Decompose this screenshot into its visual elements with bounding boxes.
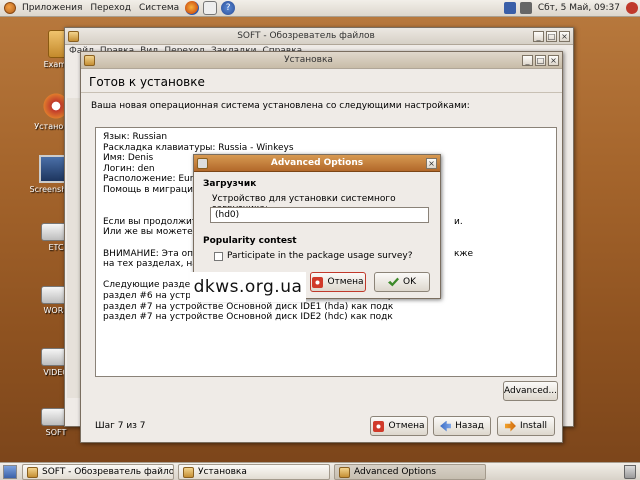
- clock[interactable]: Сбт, 5 Май, 09:37: [534, 3, 624, 13]
- ubuntu-logo-icon[interactable]: [4, 2, 16, 14]
- bootloader-device-input[interactable]: (hd0): [210, 207, 429, 223]
- mail-icon[interactable]: [203, 1, 218, 15]
- summary-line: раздел #7 на устройстве Основной диск ID…: [103, 301, 394, 312]
- installer-icon: [183, 466, 194, 478]
- network-icon[interactable]: [503, 2, 516, 14]
- cancel-icon: [373, 420, 385, 432]
- close-button[interactable]: ×: [548, 54, 559, 66]
- maximize-button[interactable]: □: [535, 54, 546, 66]
- forward-arrow-icon: [504, 420, 516, 432]
- file-browser-titlebar[interactable]: SOFT - Обозреватель файлов _ □ ×: [65, 28, 573, 45]
- popcon-checkbox-label[interactable]: Participate in the package usage survey?: [227, 251, 413, 261]
- back-button[interactable]: Назад: [433, 416, 491, 436]
- bottom-taskbar: SOFT - Обозреватель файлов Установка Adv…: [0, 462, 640, 480]
- dialog-cancel-button[interactable]: Отмена: [310, 272, 366, 292]
- close-button[interactable]: ×: [559, 30, 570, 42]
- summary-line: Или же вы можете сд: [103, 227, 207, 238]
- maximize-button[interactable]: □: [546, 30, 557, 42]
- minimize-button[interactable]: _: [533, 30, 544, 42]
- cancel-button[interactable]: Отмена: [370, 416, 428, 436]
- menu-system[interactable]: Система: [135, 0, 183, 17]
- show-desktop-icon[interactable]: [3, 465, 17, 479]
- popcon-section-title: Popularity contest: [203, 236, 297, 246]
- trash-icon[interactable]: [624, 465, 636, 479]
- help-icon[interactable]: ?: [221, 1, 236, 15]
- summary-line-fragment: кже: [454, 248, 474, 259]
- bootloader-section-title: Загрузчик: [203, 179, 257, 189]
- cancel-icon: [312, 276, 324, 288]
- volume-icon[interactable]: [519, 2, 532, 14]
- summary-line: Раскладка клавиатуры: Russia - Winkeys: [103, 142, 294, 153]
- step-indicator: Шаг 7 из 7: [95, 421, 146, 431]
- install-button[interactable]: Install: [497, 416, 555, 436]
- task-advanced-options[interactable]: Advanced Options: [334, 464, 486, 480]
- page-title: Готов к установке: [81, 69, 562, 93]
- dialog-close-button[interactable]: ×: [426, 157, 437, 169]
- popcon-checkbox[interactable]: [214, 252, 223, 261]
- dialog-title: Advanced Options: [270, 158, 364, 168]
- intro-text: Ваша новая операционная система установл…: [91, 101, 470, 111]
- summary-line: Язык: Russian: [103, 132, 168, 142]
- summary-line: на тех разделах, на к: [103, 259, 207, 270]
- summary-line: Имя: Denis: [103, 153, 154, 164]
- summary-line: ВНИМАНИЕ: Эта опер: [103, 248, 205, 259]
- system-tray: Сбт, 5 Май, 09:37: [502, 0, 640, 17]
- dialog-titlebar[interactable]: Advanced Options ×: [194, 155, 440, 172]
- folder-icon: [27, 466, 38, 478]
- file-browser-sidepane: [67, 98, 81, 398]
- summary-line: раздел #7 на устройстве Основной диск ID…: [103, 312, 393, 323]
- dialog-icon: [339, 466, 350, 478]
- summary-line: Если вы продолжите,: [103, 216, 206, 227]
- installer-icon: [84, 54, 95, 66]
- summary-line: Помощь в миграции:: [103, 185, 202, 195]
- installer-title: Установка: [284, 55, 333, 65]
- summary-line: Следующие разделы: [103, 280, 204, 291]
- power-icon[interactable]: [626, 2, 638, 14]
- advanced-button[interactable]: Advanced...: [503, 381, 558, 401]
- menu-applications[interactable]: Приложения: [18, 0, 86, 17]
- installer-titlebar[interactable]: Установка _ □ ×: [81, 52, 562, 69]
- top-panel: Приложения Переход Система ? Сбт, 5 Май,…: [0, 0, 640, 17]
- task-file-browser[interactable]: SOFT - Обозреватель файлов: [22, 464, 174, 480]
- minimize-button[interactable]: _: [522, 54, 533, 66]
- watermark: dkws.org.ua: [190, 272, 306, 302]
- firefox-icon[interactable]: [185, 1, 200, 15]
- summary-line: Логин: den: [103, 163, 155, 174]
- summary-line-fragment: и.: [454, 216, 463, 227]
- summary-line: Расположение: Europ: [103, 174, 205, 185]
- back-arrow-icon: [440, 420, 452, 432]
- check-icon: [388, 277, 399, 287]
- folder-icon: [68, 30, 79, 42]
- file-browser-title: SOFT - Обозреватель файлов: [237, 31, 375, 41]
- panel-menu: Приложения Переход Система ?: [0, 0, 237, 17]
- dialog-ok-button[interactable]: OK: [374, 272, 430, 292]
- menu-places[interactable]: Переход: [86, 0, 135, 17]
- task-installer[interactable]: Установка: [178, 464, 330, 480]
- dialog-icon: [197, 157, 208, 169]
